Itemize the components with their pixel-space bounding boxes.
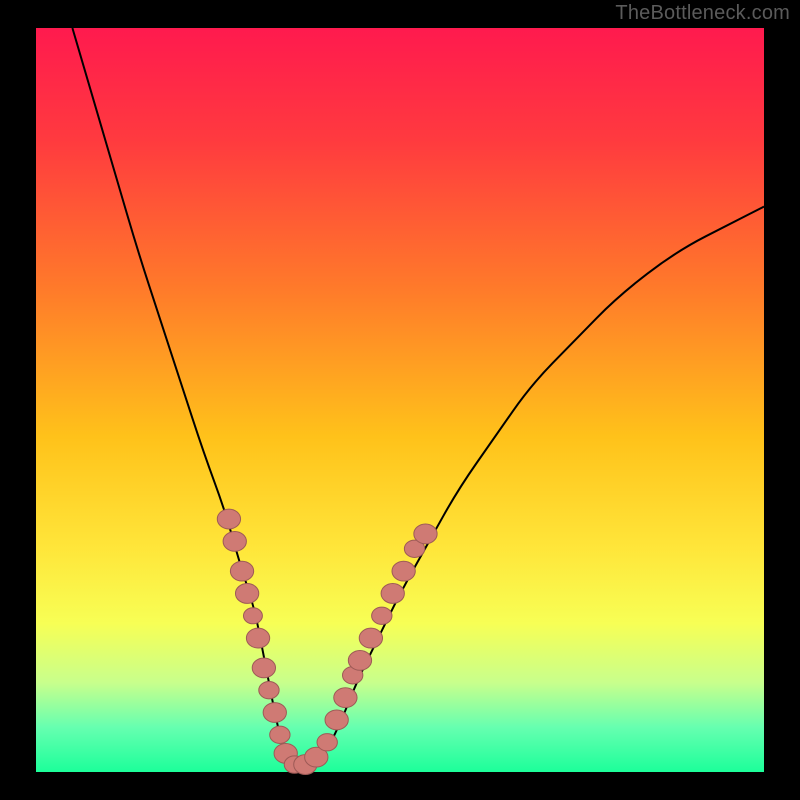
marker-point (392, 561, 415, 581)
marker-point (263, 703, 286, 723)
watermark-text: TheBottleneck.com (615, 2, 790, 25)
marker-point (325, 710, 348, 730)
marker-point (381, 584, 404, 604)
plot-gradient (36, 28, 764, 772)
marker-point (246, 628, 269, 648)
marker-point (252, 658, 275, 678)
marker-point (270, 726, 290, 743)
marker-point (223, 531, 246, 551)
marker-point (243, 608, 262, 624)
bottleneck-chart (0, 0, 800, 800)
marker-point (217, 509, 240, 529)
marker-point (359, 628, 382, 648)
marker-point (230, 561, 253, 581)
marker-point (317, 734, 337, 751)
marker-point (235, 584, 258, 604)
marker-point (259, 681, 279, 698)
marker-point (372, 607, 392, 624)
marker-point (348, 650, 371, 670)
marker-point (334, 688, 357, 708)
marker-point (414, 524, 437, 544)
